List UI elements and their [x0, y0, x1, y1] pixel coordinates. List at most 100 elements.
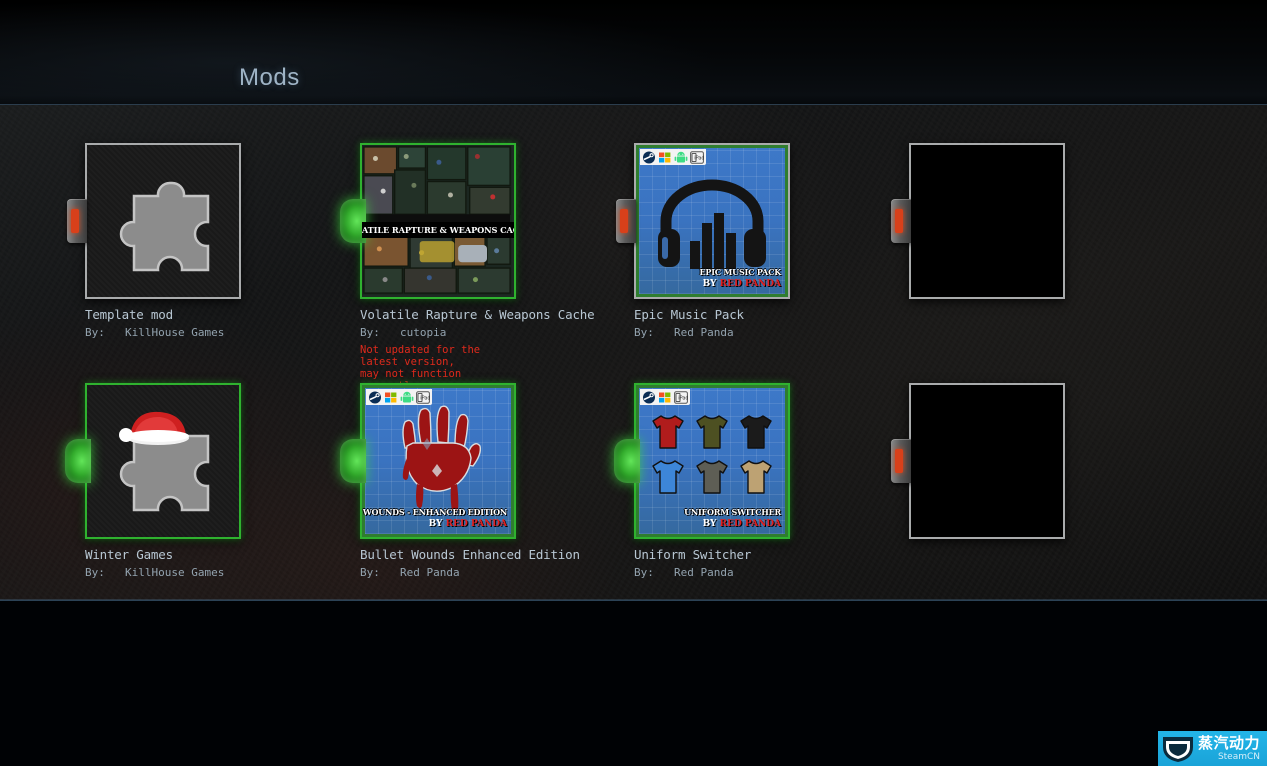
- shirt-swatch: [649, 459, 687, 499]
- platform-badges: iPad: [640, 149, 706, 165]
- mod-enabled-toggle[interactable]: [340, 439, 366, 483]
- mod-name: Winter Games: [85, 547, 173, 562]
- mod-name: Uniform Switcher: [634, 547, 752, 562]
- mod-author-line: By: Red Panda: [360, 566, 516, 579]
- mod-thumbnail-wrap: [65, 383, 241, 539]
- mod-thumbnail-wrap: iPad UNIFORM SWITCHER BY RED PANDA: [614, 383, 790, 539]
- map-preview-art: [362, 145, 512, 295]
- artwork-title: BULLET WOUNDS - ENHANCED EDITION: [362, 507, 507, 517]
- steamcn-english-label: SteamCN: [1217, 751, 1261, 762]
- tshirt-icon: [696, 415, 728, 449]
- mod-card[interactable]: iPad UNIFORM SWITCHER BY RED PANDA Uniform …: [614, 383, 790, 579]
- artwork-author-name: RED PANDA: [719, 519, 781, 529]
- mod-thumbnail-wrap: [891, 143, 1065, 299]
- steam-icon: [369, 391, 381, 403]
- steamcn-chinese-label: 蒸汽动力: [1198, 733, 1261, 752]
- mod-author: KillHouse Games: [125, 566, 225, 579]
- mod-name: Epic Music Pack: [634, 307, 744, 322]
- mod-thumbnail[interactable]: [85, 143, 241, 299]
- mod-artwork: [911, 385, 1063, 537]
- mod-thumbnail-wrap: iPad EPIC MUSIC PACK BY RED PANDA: [616, 143, 790, 299]
- bottom-bar: Back Filters LevelsSoundGearTotal conver…: [0, 600, 1267, 766]
- mod-card[interactable]: [891, 143, 1065, 299]
- android-icon: [400, 391, 414, 402]
- tshirt-icon: [652, 460, 685, 494]
- page-title: Mods: [239, 64, 300, 91]
- mod-card[interactable]: [891, 383, 1065, 539]
- mod-name: Template mod: [85, 307, 173, 322]
- shirt-color-grid: [649, 414, 775, 496]
- mod-card[interactable]: Winter Games By: KillHouse Games: [65, 383, 241, 579]
- mod-thumbnail[interactable]: iPad UNIFORM SWITCHER BY RED PANDA: [634, 383, 790, 539]
- artwork-title: UNIFORM SWITCHER: [684, 507, 781, 517]
- mod-author: cutopia: [400, 326, 447, 339]
- mod-thumbnail[interactable]: iPad EPIC MUSIC PACK BY RED PANDA: [634, 143, 790, 299]
- mod-by-label: By:: [634, 326, 654, 339]
- mod-card[interactable]: Template mod By: KillHouse Games: [67, 143, 241, 339]
- shirt-swatch: [693, 459, 731, 499]
- mod-disabled-toggle[interactable]: [67, 199, 87, 243]
- mod-card[interactable]: iPad BULLET WOUNDS - ENHANCED EDITION BY R…: [340, 383, 580, 579]
- artwork-title-banner: VOLATILE RAPTURE & WEAPONS CACHE: [362, 222, 514, 238]
- mod-artwork: iPad EPIC MUSIC PACK BY RED PANDA: [636, 145, 788, 297]
- mod-thumbnail-wrap: [67, 143, 241, 299]
- svg-text:iPad: iPad: [420, 395, 430, 401]
- artwork-author: BY RED PANDA: [429, 519, 507, 529]
- shirt-swatch: [737, 414, 775, 454]
- mod-artwork: VOLATILE RAPTURE & WEAPONS CACHE: [362, 145, 514, 297]
- mod-card[interactable]: VOLATILE RAPTURE & WEAPONS CACHE Volatile…: [340, 143, 595, 392]
- bloody-handprint-icon: [402, 405, 482, 513]
- mod-author-line: By: KillHouse Games: [85, 566, 241, 579]
- mods-content-area: Template mod By: KillHouse Games VOLATILE R…: [0, 105, 1267, 600]
- mod-disabled-toggle[interactable]: [891, 199, 911, 243]
- android-icon: [674, 151, 688, 162]
- mod-author: Red Panda: [400, 566, 460, 579]
- artwork-author: BY RED PANDA: [703, 519, 781, 529]
- mod-thumbnail[interactable]: [909, 383, 1065, 539]
- artwork-author-prefix: BY: [702, 279, 720, 289]
- windows-icon: [385, 392, 397, 402]
- tshirt-icon: [696, 460, 728, 494]
- mod-artwork: [911, 145, 1063, 297]
- artwork-title: EPIC MUSIC PACK: [699, 267, 782, 277]
- mod-disabled-toggle[interactable]: [616, 199, 636, 243]
- mod-by-label: By:: [634, 566, 654, 579]
- mod-author: KillHouse Games: [125, 326, 225, 339]
- mod-card[interactable]: iPad EPIC MUSIC PACK BY RED PANDA Epic Musi…: [616, 143, 790, 339]
- mod-by-label: By:: [85, 566, 105, 579]
- mod-thumbnail[interactable]: VOLATILE RAPTURE & WEAPONS CACHE: [360, 143, 516, 299]
- mod-thumbnail[interactable]: [909, 143, 1065, 299]
- mod-thumbnail[interactable]: iPad BULLET WOUNDS - ENHANCED EDITION BY R…: [360, 383, 516, 539]
- steamcn-watermark: 蒸汽动力 SteamCN: [1158, 731, 1267, 766]
- ipad-icon: iPad: [674, 390, 688, 404]
- steam-icon: [643, 391, 655, 403]
- mod-artwork: iPad UNIFORM SWITCHER BY RED PANDA: [636, 385, 788, 537]
- mods-screen: Mods Template mod By: KillHouse Games VOLAT…: [0, 0, 1267, 766]
- steamcn-shield-icon: [1163, 736, 1193, 762]
- artwork-author-prefix: BY: [428, 519, 446, 529]
- platform-badges: iPad: [366, 389, 432, 405]
- platform-badges: iPad: [640, 389, 690, 405]
- mod-enabled-toggle[interactable]: [614, 439, 640, 483]
- shirt-swatch: [737, 459, 775, 499]
- mod-author-line: By: Red Panda: [634, 566, 790, 579]
- shirt-swatch: [693, 414, 731, 454]
- mod-enabled-toggle[interactable]: [65, 439, 91, 483]
- mod-author: Red Panda: [674, 326, 734, 339]
- mod-disabled-toggle[interactable]: [891, 439, 911, 483]
- mod-artwork: [87, 145, 239, 297]
- mod-by-label: By:: [85, 326, 105, 339]
- mod-thumbnail[interactable]: [85, 383, 241, 539]
- ipad-icon: iPad: [416, 390, 430, 404]
- tshirt-icon: [739, 460, 772, 494]
- artwork-author-name: RED PANDA: [719, 279, 781, 289]
- shirt-swatch: [649, 414, 687, 454]
- artwork-author-prefix: BY: [702, 519, 720, 529]
- mod-thumbnail-wrap: iPad BULLET WOUNDS - ENHANCED EDITION BY R…: [340, 383, 516, 539]
- mod-author-line: By: cutopia: [360, 326, 516, 339]
- tshirt-icon: [739, 415, 772, 449]
- page-header: Mods: [0, 0, 1267, 105]
- windows-icon: [659, 152, 671, 162]
- mod-by-label: By:: [360, 566, 380, 579]
- svg-text:iPad: iPad: [694, 155, 704, 161]
